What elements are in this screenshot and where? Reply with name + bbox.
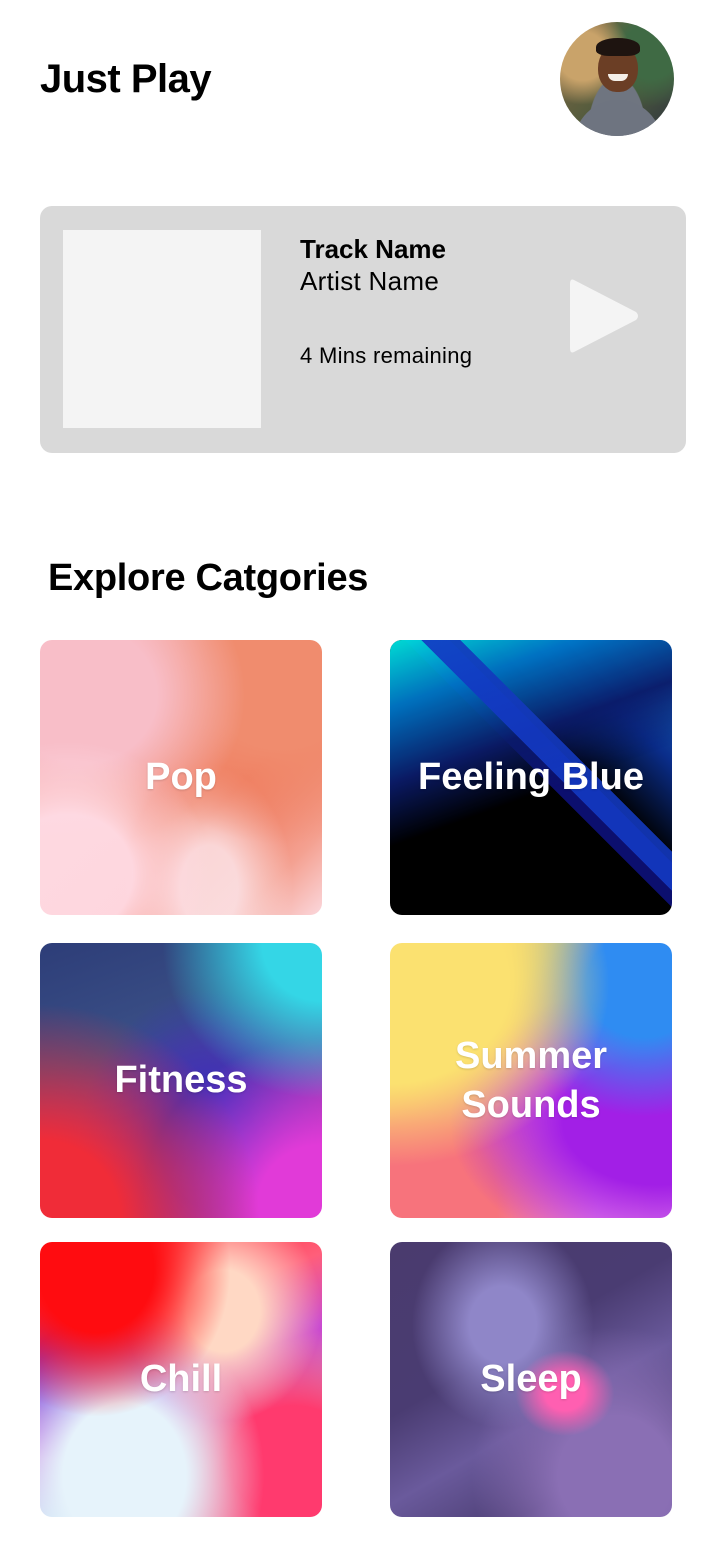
category-label: Chill	[139, 1358, 223, 1400]
play-button[interactable]	[568, 274, 642, 358]
user-avatar[interactable]	[560, 22, 674, 136]
category-tile-summer-sounds[interactable]: Summer Sounds	[390, 943, 672, 1218]
category-label: Fitness	[114, 1059, 248, 1101]
now-playing-card[interactable]: Track Name Artist Name 4 Mins remaining	[40, 206, 686, 453]
play-icon	[570, 279, 638, 353]
section-title-explore: Explore Catgories	[48, 557, 369, 599]
category-tile-chill[interactable]: Chill	[40, 1242, 322, 1517]
avatar-hair	[596, 38, 640, 56]
category-label: Pop	[145, 756, 217, 798]
category-label: Feeling Blue	[418, 756, 644, 798]
category-label: Summer Sounds	[454, 1034, 608, 1126]
category-tile-feeling-blue[interactable]: Feeling Blue	[390, 640, 672, 915]
category-tile-pop[interactable]: Pop	[40, 640, 322, 915]
category-tile-fitness[interactable]: Fitness	[40, 943, 322, 1218]
app-title: Just Play	[40, 57, 212, 101]
artist-name: Artist Name	[300, 266, 440, 296]
avatar-shirt	[574, 100, 662, 136]
time-remaining: 4 Mins remaining	[300, 343, 473, 368]
album-art-placeholder	[63, 230, 261, 428]
track-name: Track Name	[300, 234, 446, 264]
category-label: Sleep	[480, 1358, 582, 1400]
category-tile-sleep[interactable]: Sleep	[390, 1242, 672, 1517]
